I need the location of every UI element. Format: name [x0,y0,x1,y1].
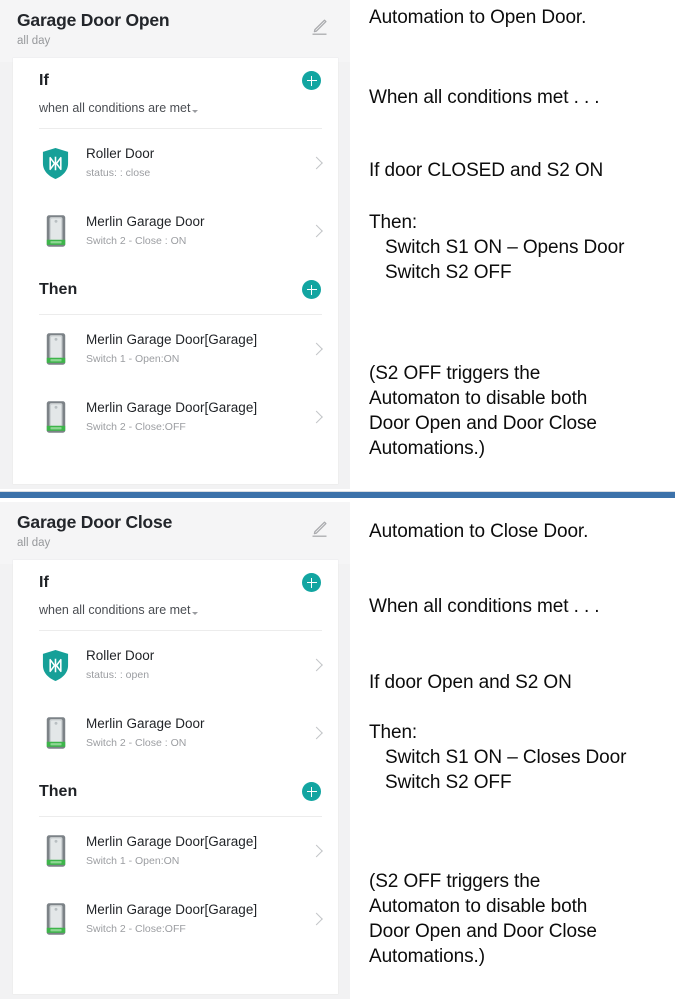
merlin-remote-icon [39,713,72,753]
note-then-action-1: Switch S1 ON – Opens Door [385,237,625,258]
action-row-switch-2[interactable]: Merlin Garage Door[Garage] Switch 2 - Cl… [13,383,338,451]
note-when: When all conditions met . . . [369,87,600,108]
device-status: Switch 2 - Close : ON [86,235,187,247]
note-then-action-1: Switch S1 ON – Closes Door [385,747,627,768]
chevron-right-icon [310,342,323,356]
note-headline: Automation to Open Door. [369,7,587,28]
action-row-switch-1[interactable]: Merlin Garage Door[Garage] Switch 1 - Op… [13,315,338,383]
plus-icon-add-action[interactable] [302,280,321,299]
device-status: Switch 2 - Close:OFF [86,421,186,433]
automation-header-close: Garage Door Close all day [0,502,350,564]
device-name: Merlin Garage Door [86,214,205,229]
device-text: Merlin Garage Door Switch 2 - Close : ON [86,213,304,249]
device-status: Switch 1 - Open:ON [86,353,180,365]
note-condition: If door CLOSED and S2 ON [369,160,604,181]
device-name: Merlin Garage Door[Garage] [86,834,258,849]
note-then-label: Then: [369,212,418,233]
shield-roller-door-icon [39,645,72,685]
if-section-header: If when all conditions are met [13,560,338,630]
plus-icon-add-condition[interactable] [302,71,321,90]
then-section-header: Then [13,767,338,816]
condition-row-merlin-garage-door[interactable]: Merlin Garage Door Switch 2 - Close : ON [13,197,338,265]
chevron-down-icon [192,611,199,615]
chevron-right-icon [310,658,323,672]
condition-mode-selector[interactable]: when all conditions are met [39,601,322,630]
device-status: Switch 1 - Open:ON [86,855,180,867]
condition-mode-label: when all conditions are met [39,603,191,617]
then-section-title: Then [39,281,78,298]
device-name: Merlin Garage Door[Garage] [86,400,258,415]
device-name: Merlin Garage Door [86,716,205,731]
plus-icon-add-action[interactable] [302,782,321,801]
panel-divider [0,491,675,498]
action-row-switch-2[interactable]: Merlin Garage Door[Garage] Switch 2 - Cl… [13,885,338,953]
if-section-title: If [39,72,49,89]
chevron-right-icon [310,156,323,170]
merlin-remote-icon [39,899,72,939]
merlin-remote-icon [39,831,72,871]
chevron-right-icon [310,224,323,238]
shield-roller-door-icon [39,143,72,183]
device-text: Roller Door status: : open [86,647,304,683]
device-name: Merlin Garage Door[Garage] [86,332,258,347]
annotation-column-close: Automation to Close Door. When all condi… [350,502,675,999]
device-name: Roller Door [86,146,155,161]
note-headline: Automation to Close Door. [369,521,589,542]
action-row-switch-1[interactable]: Merlin Garage Door[Garage] Switch 1 - Op… [13,817,338,885]
chevron-right-icon [310,726,323,740]
note-when: When all conditions met . . . [369,596,600,617]
page-title: Garage Door Open [17,10,170,30]
note-footnote: (S2 OFF triggers the Automaton to disabl… [369,363,597,459]
screenshot-root: Garage Door Open all day If when all con… [0,0,675,999]
schedule-label: all day [17,537,51,549]
device-text: Merlin Garage Door[Garage] Switch 1 - Op… [86,331,304,367]
condition-row-merlin-garage-door[interactable]: Merlin Garage Door Switch 2 - Close : ON [13,699,338,767]
merlin-remote-icon [39,329,72,369]
page-title: Garage Door Close [17,512,173,532]
automation-header-open: Garage Door Open all day [0,0,350,62]
chevron-right-icon [310,410,323,424]
merlin-remote-icon [39,397,72,437]
if-section-title: If [39,574,49,591]
pencil-icon[interactable] [308,518,330,540]
device-status: Switch 2 - Close : ON [86,737,187,749]
condition-row-roller-door[interactable]: Roller Door status: : close [13,129,338,197]
plus-icon-add-condition[interactable] [302,573,321,592]
condition-row-roller-door[interactable]: Roller Door status: : open [13,631,338,699]
device-status: status: : open [86,669,150,681]
chevron-right-icon [310,912,323,926]
note-condition: If door Open and S2 ON [369,672,572,693]
app-screenshot-open: Garage Door Open all day If when all con… [0,0,350,489]
annotation-column-open: Automation to Open Door. When all condit… [350,0,675,489]
device-text: Merlin Garage Door Switch 2 - Close : ON [86,715,304,751]
note-then-action-2: Switch S2 OFF [385,772,512,793]
device-status: Switch 2 - Close:OFF [86,923,186,935]
schedule-label: all day [17,35,51,47]
app-screenshot-close: Garage Door Close all day If when all co… [0,502,350,999]
device-text: Merlin Garage Door[Garage] Switch 2 - Cl… [86,399,304,435]
device-text: Merlin Garage Door[Garage] Switch 2 - Cl… [86,901,304,937]
then-section-header: Then [13,265,338,314]
device-status: status: : close [86,167,151,179]
note-footnote: (S2 OFF triggers the Automaton to disabl… [369,871,597,967]
device-name: Merlin Garage Door[Garage] [86,902,258,917]
chevron-right-icon [310,844,323,858]
pencil-icon[interactable] [308,16,330,38]
condition-mode-label: when all conditions are met [39,101,191,115]
device-text: Roller Door status: : close [86,145,304,181]
condition-mode-selector[interactable]: when all conditions are met [39,99,322,128]
if-section-header: If when all conditions are met [13,58,338,128]
automation-panel-open: Garage Door Open all day If when all con… [0,0,675,489]
chevron-down-icon [192,109,199,113]
automation-card-open: If when all conditions are met Roller Do… [13,58,338,484]
merlin-remote-icon [39,211,72,251]
automation-panel-close: Garage Door Close all day If when all co… [0,502,675,999]
device-text: Merlin Garage Door[Garage] Switch 1 - Op… [86,833,304,869]
note-then-action-2: Switch S2 OFF [385,262,512,283]
note-then-label: Then: [369,722,418,743]
then-section-title: Then [39,783,78,800]
device-name: Roller Door [86,648,155,663]
automation-card-close: If when all conditions are met Roller Do… [13,560,338,994]
